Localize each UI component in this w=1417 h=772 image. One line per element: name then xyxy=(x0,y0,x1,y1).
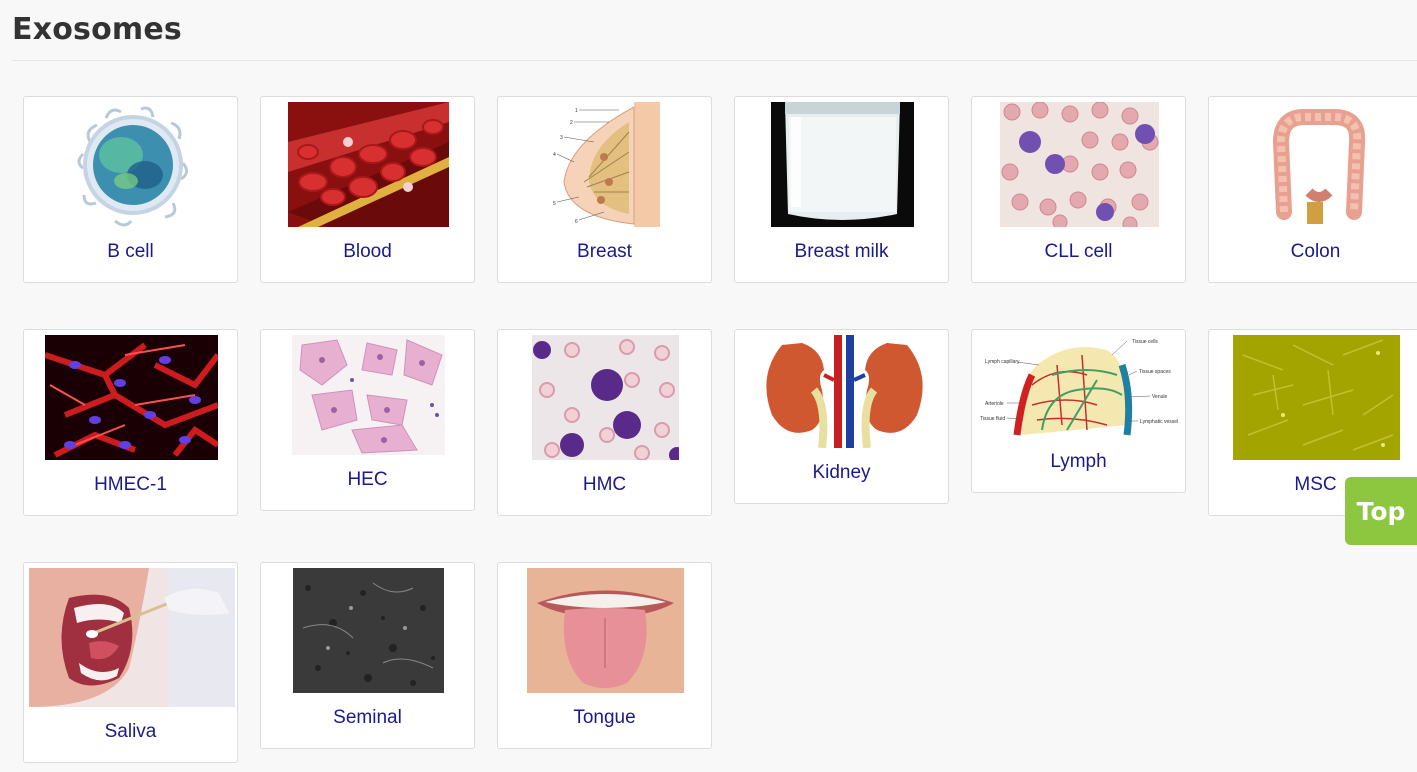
sample-card-saliva[interactable]: Saliva xyxy=(23,562,238,763)
sample-card-blood[interactable]: Blood xyxy=(260,96,475,283)
back-to-top-button[interactable]: Top xyxy=(1345,477,1417,545)
svg-text:Tissue spaces: Tissue spaces xyxy=(1139,369,1171,375)
svg-text:Venule: Venule xyxy=(1152,394,1168,400)
sample-label: HEC xyxy=(347,469,388,490)
blood-vessel-image xyxy=(288,102,449,227)
title-divider xyxy=(12,60,1417,61)
sample-label: Blood xyxy=(343,241,392,262)
tongue-image xyxy=(527,568,684,693)
svg-text:Arteriole: Arteriole xyxy=(985,401,1004,407)
sample-card-breast[interactable]: 1 2 3 4 5 6 Breast xyxy=(497,96,712,283)
svg-text:Lymph capillary: Lymph capillary xyxy=(985,359,1020,365)
seminal-sem-image xyxy=(293,568,444,693)
colon-anatomy-image xyxy=(1259,102,1374,227)
sample-label: HMC xyxy=(582,474,627,495)
sample-label: Breast milk xyxy=(794,241,889,262)
sample-label: Tongue xyxy=(573,707,636,728)
saliva-swab-image xyxy=(29,568,235,707)
sample-card-kidney[interactable]: Kidney xyxy=(734,329,949,504)
svg-text:1: 1 xyxy=(575,108,578,114)
b-cell-image xyxy=(71,103,196,228)
sample-card-lymph[interactable]: Tissue cells Lymph capillary Tissue spac… xyxy=(971,329,1186,493)
sample-label: Kidney xyxy=(812,462,871,483)
svg-text:Tissue cells: Tissue cells xyxy=(1132,339,1158,345)
sample-label: Saliva xyxy=(104,721,157,742)
svg-text:4: 4 xyxy=(553,152,556,158)
breast-anatomy-image: 1 2 3 4 5 6 xyxy=(549,102,660,227)
hmec-cells-image xyxy=(45,335,218,460)
svg-text:Tissue fluid: Tissue fluid xyxy=(980,416,1005,422)
kidney-anatomy-image xyxy=(752,335,937,448)
cll-smear-image xyxy=(1000,102,1159,227)
sample-card-hec[interactable]: HEC xyxy=(260,329,475,511)
svg-text:6: 6 xyxy=(575,219,578,225)
sample-label: Lymph xyxy=(1050,451,1107,472)
hmc-smear-image xyxy=(532,335,679,460)
milk-glass-image xyxy=(771,102,914,227)
svg-text:5: 5 xyxy=(553,201,556,207)
page-title: Exosomes xyxy=(12,12,182,47)
sample-label: B cell xyxy=(107,241,154,262)
lymph-diagram-image: Tissue cells Lymph capillary Tissue spac… xyxy=(977,335,1182,440)
svg-text:Lymphatic vessel: Lymphatic vessel xyxy=(1140,419,1178,425)
svg-text:2: 2 xyxy=(570,120,573,126)
msc-culture-image xyxy=(1233,335,1400,460)
sample-card-b-cell[interactable]: B cell xyxy=(23,96,238,283)
svg-text:3: 3 xyxy=(560,135,563,141)
sample-card-seminal[interactable]: Seminal xyxy=(260,562,475,749)
sample-label: HMEC-1 xyxy=(94,474,167,495)
sample-label: Breast xyxy=(577,241,632,262)
sample-card-colon[interactable]: Colon xyxy=(1208,96,1417,283)
sample-card-breast-milk[interactable]: Breast milk xyxy=(734,96,949,283)
sample-label: Colon xyxy=(1290,241,1341,262)
sample-card-hmec-1[interactable]: HMEC-1 xyxy=(23,329,238,516)
sample-card-tongue[interactable]: Tongue xyxy=(497,562,712,749)
hec-cells-image xyxy=(292,335,445,455)
sample-card-hmc[interactable]: HMC xyxy=(497,329,712,516)
sample-label: Seminal xyxy=(333,707,402,728)
sample-card-cll-cell[interactable]: CLL cell xyxy=(971,96,1186,283)
sample-label: CLL cell xyxy=(1044,241,1113,262)
